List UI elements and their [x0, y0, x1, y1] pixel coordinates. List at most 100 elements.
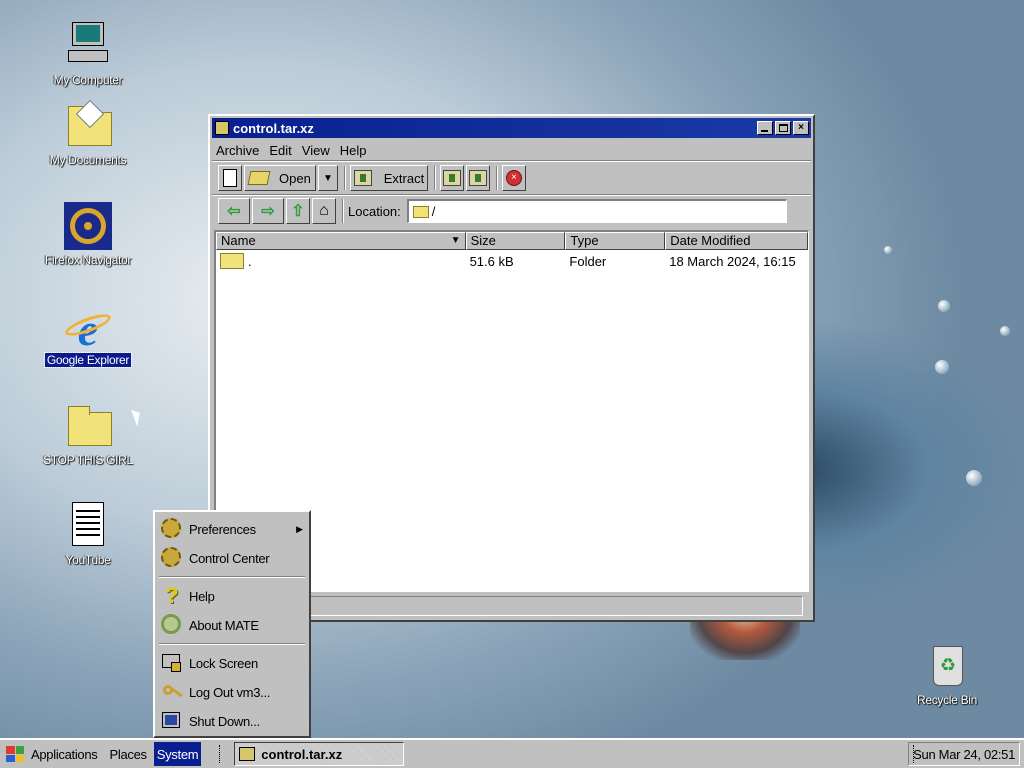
back-button[interactable]: ⇦: [218, 198, 250, 224]
add-files-icon: [443, 170, 461, 186]
forward-button[interactable]: ⇨: [252, 198, 284, 224]
windows-logo-icon: [6, 746, 24, 762]
cell-size: 51.6 kB: [469, 253, 514, 269]
column-header-size[interactable]: Size: [465, 232, 566, 250]
taskbar-menu-applications[interactable]: Applications: [28, 742, 101, 766]
control-center-icon: [161, 547, 183, 569]
desktop-icon-firefox-navigator[interactable]: Firefox Navigator: [33, 202, 143, 267]
menu-item-preferences[interactable]: Preferences ▶: [161, 516, 303, 542]
new-document-icon: [223, 169, 237, 187]
up-arrow-icon: ⇧: [291, 203, 305, 220]
minimize-button[interactable]: [757, 121, 773, 135]
open-folder-icon: [247, 171, 271, 185]
submenu-arrow-icon: ▶: [296, 523, 303, 534]
open-button[interactable]: Open: [244, 165, 316, 191]
cell-date-modified: 18 March 2024, 16:15: [669, 253, 796, 269]
menu-item-log-out[interactable]: Log Out vm3...: [161, 679, 303, 705]
desktop-icon-label: STOP THIS GIRL: [43, 453, 133, 467]
mate-logo-icon: [161, 614, 183, 636]
system-menu[interactable]: Preferences ▶ Control Center ? Help Abou…: [153, 510, 311, 738]
column-headers: Name ▼ Size Type Date Modified: [216, 232, 808, 250]
toolbar-separator: [434, 166, 436, 190]
folder-icon: [220, 253, 244, 269]
extract-label: Extract: [383, 170, 425, 186]
desktop-icon-label: My Computer: [53, 73, 123, 87]
shut-down-icon: [161, 710, 183, 732]
toolbar-separator: [344, 166, 346, 190]
folder-icon: [64, 99, 112, 150]
maximize-button[interactable]: [775, 121, 791, 135]
archive-icon: [215, 121, 229, 135]
add-folder-button[interactable]: [466, 165, 490, 191]
home-icon: ⌂: [319, 202, 329, 219]
location-value: /: [431, 204, 436, 219]
table-row[interactable]: . 51.6 kB Folder 18 March 2024, 16:15: [216, 250, 808, 272]
location-input[interactable]: /: [406, 199, 787, 223]
new-button[interactable]: [218, 165, 242, 191]
menu-bar: Archive Edit View Help: [210, 140, 813, 160]
cell-type: Folder: [569, 253, 607, 269]
desktop-icon-recycle-bin[interactable]: ♻ Recycle Bin: [892, 642, 1002, 707]
menu-item-control-center[interactable]: Control Center: [161, 545, 303, 571]
stop-button[interactable]: ×: [502, 165, 526, 191]
column-header-type[interactable]: Type: [565, 232, 666, 250]
toolbar: Open ▼ Extract ×: [210, 162, 813, 194]
taskbar: Applications Places System control.tar.x…: [0, 738, 1024, 768]
location-label: Location:: [348, 203, 401, 219]
desktop-icon-my-documents[interactable]: My Documents: [33, 99, 143, 167]
menu-separator: [159, 643, 305, 645]
ship-wheel-icon: [64, 202, 112, 250]
lock-screen-icon: [161, 652, 183, 674]
cell-name: .: [216, 253, 466, 269]
help-icon: ?: [165, 583, 179, 608]
menu-help[interactable]: Help: [340, 143, 367, 158]
desktop-icon-youtube[interactable]: YouTube: [33, 502, 143, 567]
menu-item-shut-down[interactable]: Shut Down...: [161, 708, 303, 734]
water-drop: [935, 360, 949, 374]
taskbar-menu-system[interactable]: System: [153, 742, 202, 766]
forward-arrow-icon: ⇨: [261, 203, 275, 220]
extract-button[interactable]: Extract: [350, 165, 428, 191]
computer-icon: [64, 22, 112, 70]
menu-archive[interactable]: Archive: [216, 143, 259, 158]
taskbar-grip[interactable]: [219, 745, 222, 763]
menu-item-help[interactable]: ? Help: [161, 583, 303, 609]
menu-view[interactable]: View: [302, 143, 330, 158]
menu-item-about-mate[interactable]: About MATE: [161, 612, 303, 638]
menu-item-lock-screen[interactable]: Lock Screen: [161, 650, 303, 676]
water-drop: [938, 300, 950, 312]
archive-icon: [239, 747, 256, 761]
folder-icon: [412, 205, 429, 218]
menu-separator: [159, 576, 305, 578]
water-drop: [884, 246, 892, 254]
clock[interactable]: Sun Mar 24, 02:51: [908, 742, 1020, 766]
back-arrow-icon: ⇦: [227, 203, 241, 220]
toolbar-separator: [496, 166, 498, 190]
column-header-name[interactable]: Name ▼: [216, 232, 466, 250]
desktop-icon-label: My Documents: [49, 153, 127, 167]
water-drop: [1000, 326, 1010, 336]
add-files-button[interactable]: [440, 165, 464, 191]
open-label: Open: [279, 170, 311, 186]
desktop-icon-my-computer[interactable]: My Computer: [33, 22, 143, 87]
window-title: control.tar.xz: [233, 120, 314, 136]
taskbar-window-button[interactable]: control.tar.xz: [234, 742, 405, 766]
column-header-date-modified[interactable]: Date Modified: [665, 232, 808, 250]
recycle-bin-icon: ♻: [923, 642, 971, 690]
desktop-icon-label: Firefox Navigator: [44, 253, 132, 267]
up-button[interactable]: ⇧: [286, 198, 310, 224]
close-button[interactable]: ×: [793, 121, 809, 135]
menu-edit[interactable]: Edit: [269, 143, 291, 158]
desktop-icon-google-explorer[interactable]: e Google Explorer: [33, 302, 143, 368]
add-folder-icon: [469, 170, 487, 186]
text-document-icon: [64, 502, 112, 550]
sort-descending-icon: ▼: [450, 235, 461, 246]
taskbar-menu-places[interactable]: Places: [107, 742, 150, 766]
home-button[interactable]: ⌂: [312, 198, 336, 224]
desktop-icon-label: Google Explorer: [43, 352, 133, 368]
location-bar: ⇦ ⇨ ⇧ ⌂ Location: /: [210, 196, 813, 226]
desktop-icon-stop-this-girl[interactable]: STOP THIS GIRL: [33, 402, 143, 467]
title-bar[interactable]: control.tar.xz ×: [212, 118, 811, 138]
desktop-icon-label: Recycle Bin: [916, 693, 978, 707]
open-dropdown-button[interactable]: ▼: [318, 165, 338, 191]
